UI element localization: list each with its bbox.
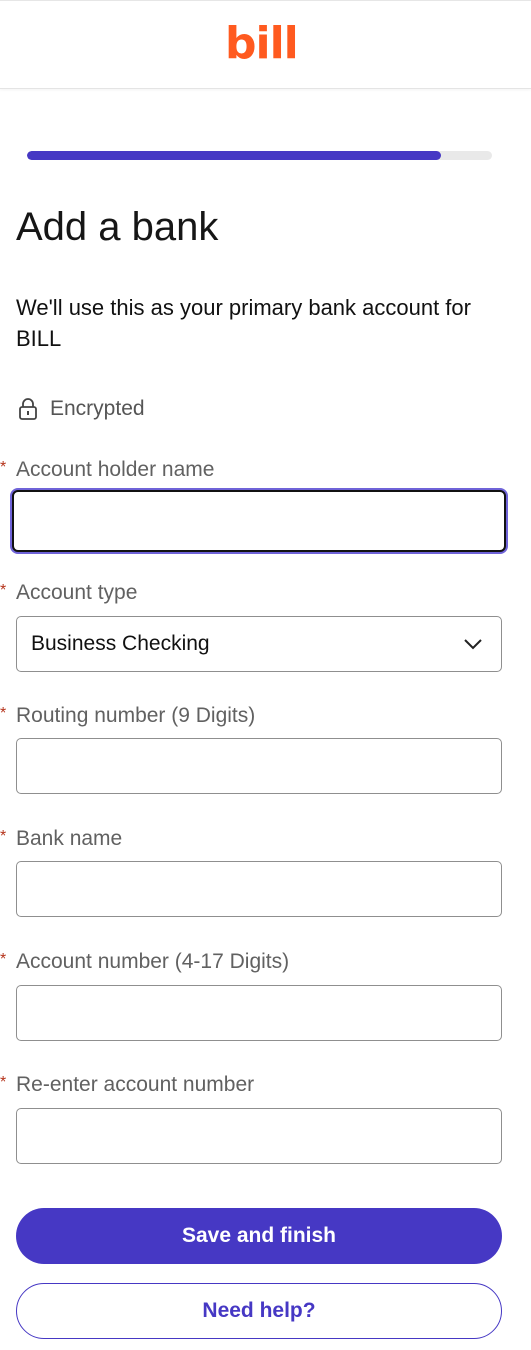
reenter-account-number-label: Re-enter account number: [16, 1073, 255, 1096]
lock-icon: [19, 398, 37, 420]
routing-number-input[interactable]: [16, 738, 502, 794]
need-help-button[interactable]: Need help?: [16, 1283, 502, 1339]
progress-fill: [27, 151, 441, 160]
save-and-finish-button[interactable]: Save and finish: [16, 1208, 502, 1264]
required-marker: *: [0, 459, 7, 476]
top-divider: [0, 0, 531, 1]
page-title: Add a bank: [16, 205, 219, 249]
required-marker: *: [0, 828, 7, 845]
app-header: bill: [0, 0, 531, 89]
account-number-input[interactable]: [16, 985, 502, 1041]
reenter-account-number-input[interactable]: [16, 1108, 502, 1164]
required-marker: *: [0, 582, 7, 599]
chevron-down-icon: [464, 639, 482, 650]
account-type-value: Business Checking: [31, 632, 210, 655]
bank-name-label: Bank name: [16, 827, 123, 850]
progress-bar: [27, 151, 492, 160]
required-marker: *: [0, 1074, 7, 1091]
bill-logo: bill: [225, 18, 299, 69]
routing-number-label: Routing number (9 Digits): [16, 704, 256, 727]
account-holder-input[interactable]: [12, 490, 506, 552]
encrypted-indicator: Encrypted: [18, 392, 145, 426]
account-number-label: Account number (4-17 Digits): [16, 950, 290, 973]
account-holder-label: Account holder name: [16, 458, 215, 481]
account-type-select[interactable]: Business Checking: [16, 616, 502, 672]
encrypted-label: Encrypted: [50, 397, 145, 420]
required-marker: *: [0, 951, 7, 968]
required-marker: *: [0, 705, 7, 722]
bank-name-input[interactable]: [16, 861, 502, 917]
page-subtitle: We'll use this as your primary bank acco…: [16, 295, 471, 351]
account-type-label: Account type: [16, 581, 138, 604]
